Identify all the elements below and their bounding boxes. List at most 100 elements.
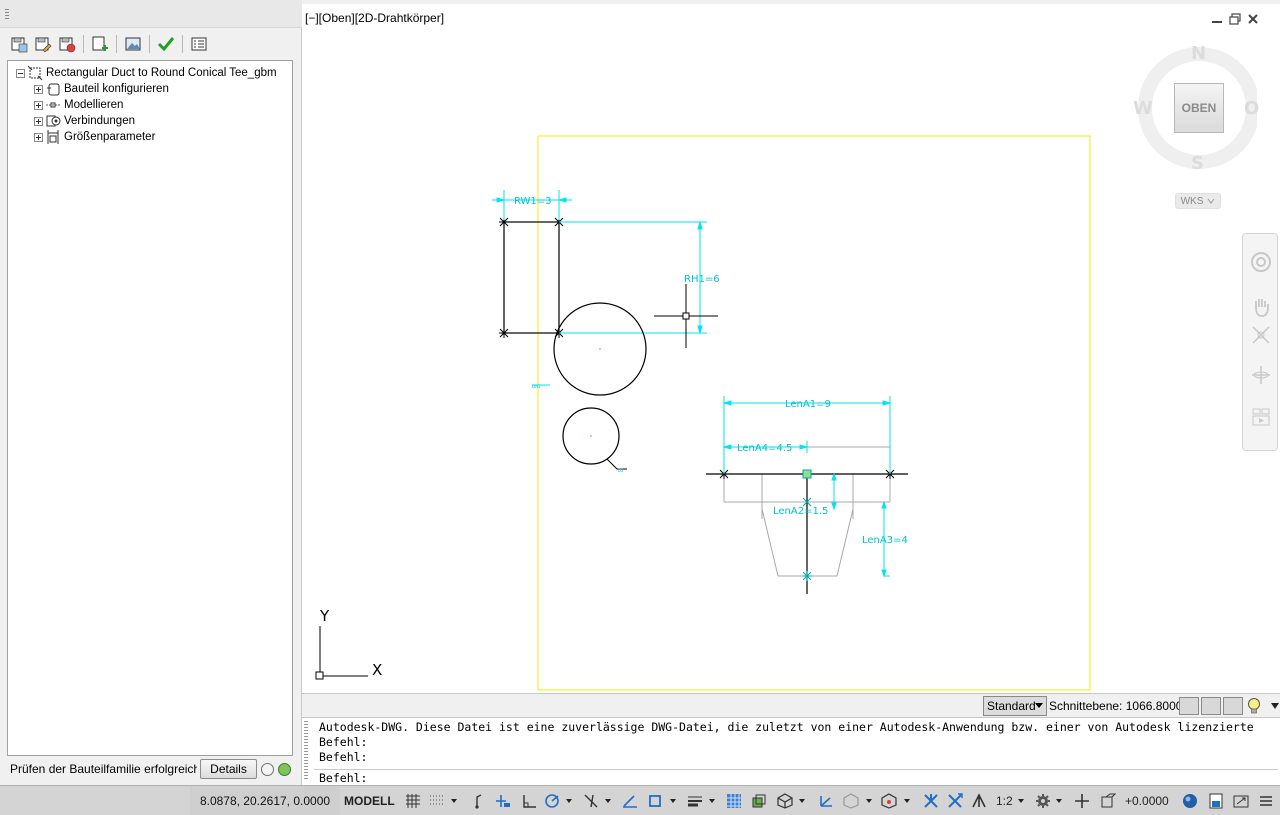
collapse-icon[interactable] bbox=[16, 68, 25, 78]
isodraft-toggle[interactable] bbox=[582, 792, 600, 810]
preview-image-button[interactable] bbox=[122, 33, 144, 55]
orbit-button[interactable] bbox=[1248, 362, 1274, 388]
panel-grip[interactable] bbox=[0, 0, 302, 28]
left-toolbar bbox=[8, 32, 210, 56]
save-part-button[interactable] bbox=[8, 33, 30, 55]
gizmo-dropdown-icon[interactable] bbox=[904, 799, 910, 803]
command-line-grip[interactable] bbox=[304, 721, 308, 781]
status-menu-arrow-icon[interactable] bbox=[1271, 697, 1280, 715]
compass-south[interactable]: S bbox=[1191, 153, 1204, 174]
annotation-scale-button[interactable] bbox=[970, 792, 988, 810]
showmotion-button[interactable] bbox=[1248, 404, 1274, 430]
workspace-switch-button[interactable] bbox=[1034, 792, 1052, 810]
expand-icon[interactable] bbox=[34, 84, 43, 94]
close-part-button[interactable] bbox=[56, 33, 78, 55]
dynamic-input-toggle[interactable] bbox=[494, 792, 512, 810]
snap-dropdown-icon[interactable] bbox=[451, 799, 457, 803]
expand-icon[interactable] bbox=[34, 116, 43, 126]
crosshair-cursor bbox=[654, 284, 718, 348]
selection-cycling-toggle[interactable] bbox=[750, 792, 768, 810]
grid-toggle[interactable] bbox=[404, 792, 422, 810]
selection-filter-toggle[interactable] bbox=[842, 792, 860, 810]
annotation-visibility-toggle[interactable] bbox=[922, 792, 940, 810]
polar-dropdown-icon[interactable] bbox=[566, 799, 572, 803]
lena4-dimension-label: LenA4=4.5 bbox=[737, 443, 792, 454]
3d-object-snap-dropdown-icon[interactable] bbox=[799, 799, 805, 803]
object-snap-dropdown-icon[interactable] bbox=[670, 799, 676, 803]
compass-north[interactable]: N bbox=[1191, 43, 1206, 64]
transparency-toggle[interactable] bbox=[725, 792, 743, 810]
circle-label-1: DN1 bbox=[532, 384, 541, 389]
selection-filter-dropdown-icon[interactable] bbox=[866, 799, 872, 803]
save-as-button[interactable] bbox=[32, 33, 54, 55]
restore-button[interactable] bbox=[1228, 12, 1242, 26]
isolate-objects-button[interactable] bbox=[1181, 792, 1199, 810]
expand-icon[interactable] bbox=[34, 100, 43, 110]
lightbulb-icon[interactable] bbox=[1245, 697, 1263, 715]
wcs-menu-button[interactable]: WKS bbox=[1175, 193, 1221, 209]
details-button[interactable]: Details bbox=[200, 759, 257, 779]
hide-objects-icon[interactable] bbox=[1201, 697, 1221, 715]
compass-west[interactable]: W bbox=[1133, 98, 1153, 119]
save-as-icon bbox=[35, 37, 52, 53]
annotation-scale-value[interactable]: 1:2 bbox=[996, 794, 1013, 808]
coordinate-readout[interactable]: 8.0878, 20.2617, 0.0000 bbox=[190, 786, 340, 815]
customization-button[interactable] bbox=[1257, 792, 1275, 810]
object-snap-icon bbox=[649, 795, 661, 807]
infer-constraints-icon bbox=[475, 794, 482, 809]
steering-wheel-button[interactable] bbox=[1248, 249, 1274, 275]
dynamic-ucs-toggle[interactable] bbox=[817, 792, 835, 810]
save-part-icon bbox=[11, 37, 28, 53]
annotation-monitor-button[interactable] bbox=[1073, 792, 1091, 810]
command-input[interactable] bbox=[376, 770, 1266, 785]
compass-east[interactable]: O bbox=[1244, 98, 1259, 119]
tree-item-modeling[interactable]: Modellieren bbox=[34, 97, 123, 113]
auto-scale-toggle[interactable] bbox=[946, 792, 964, 810]
ortho-toggle[interactable] bbox=[520, 792, 538, 810]
tree-item-size-parameters[interactable]: Größenparameter bbox=[34, 129, 155, 145]
list-icon bbox=[191, 37, 207, 51]
polar-tracking-toggle[interactable] bbox=[543, 792, 561, 810]
lineweight-toggle[interactable] bbox=[686, 792, 704, 810]
drawing-viewport[interactable]: RW1=3 RH1=6 DN1 D2 LenA1=9 LenA4=4.5 Len… bbox=[302, 4, 1280, 693]
lineweight-dropdown-icon[interactable] bbox=[709, 799, 715, 803]
close-button[interactable] bbox=[1246, 12, 1260, 26]
isolate-objects-icon[interactable] bbox=[1223, 697, 1243, 715]
ucs-icon bbox=[315, 626, 368, 680]
pan-button[interactable] bbox=[1248, 294, 1274, 320]
viewcube[interactable]: N S W O OBEN bbox=[1133, 40, 1259, 180]
viewcube-top-face[interactable]: OBEN bbox=[1174, 83, 1224, 133]
3d-object-snap-icon bbox=[777, 793, 793, 809]
object-snap-toggle[interactable] bbox=[646, 792, 664, 810]
clean-screen-button[interactable] bbox=[1232, 792, 1250, 810]
minimize-button[interactable] bbox=[1210, 12, 1224, 26]
properties-button[interactable] bbox=[188, 33, 210, 55]
model-space-toggle[interactable]: MODELL bbox=[344, 794, 395, 808]
visual-style-select[interactable]: Standard bbox=[983, 696, 1047, 716]
gizmo-toggle[interactable] bbox=[880, 792, 898, 810]
validate-button[interactable] bbox=[155, 33, 177, 55]
new-parameter-button[interactable] bbox=[89, 33, 111, 55]
tree-root-item[interactable]: Rectangular Duct to Round Conical Tee_gb… bbox=[16, 65, 277, 81]
elevation-value[interactable]: +0.0000 bbox=[1125, 794, 1169, 808]
command-input-row: Befehl: bbox=[314, 769, 1278, 785]
validation-message: Prüfen der Bauteilfamilie erfolgreich bbox=[10, 762, 197, 776]
section-view-icon[interactable] bbox=[1179, 697, 1199, 715]
viewport-controls-label[interactable]: [−][Oben][2D-Drahtkörper] bbox=[305, 11, 444, 25]
isodraft-dropdown-icon[interactable] bbox=[605, 799, 611, 803]
tree-root-label: Rectangular Duct to Round Conical Tee_gb… bbox=[46, 67, 277, 79]
hardware-acceleration-button[interactable] bbox=[1207, 792, 1225, 810]
snap-toggle[interactable] bbox=[428, 792, 446, 810]
showmotion-icon bbox=[1252, 408, 1270, 426]
infer-constraints-toggle[interactable] bbox=[470, 792, 488, 810]
zoom-button[interactable] bbox=[1248, 322, 1274, 348]
3d-object-snap-toggle[interactable] bbox=[776, 792, 794, 810]
object-snap-tracking-toggle[interactable] bbox=[621, 792, 639, 810]
units-button[interactable] bbox=[1099, 792, 1117, 810]
tree-item-connections[interactable]: Verbindungen bbox=[34, 113, 135, 129]
tree-item-part-config[interactable]: Bauteil konfigurieren bbox=[34, 81, 169, 97]
annotation-scale-icon bbox=[972, 793, 986, 808]
expand-icon[interactable] bbox=[34, 132, 43, 142]
scale-dropdown-icon[interactable] bbox=[1018, 799, 1024, 803]
workspace-dropdown-icon[interactable] bbox=[1056, 799, 1062, 803]
